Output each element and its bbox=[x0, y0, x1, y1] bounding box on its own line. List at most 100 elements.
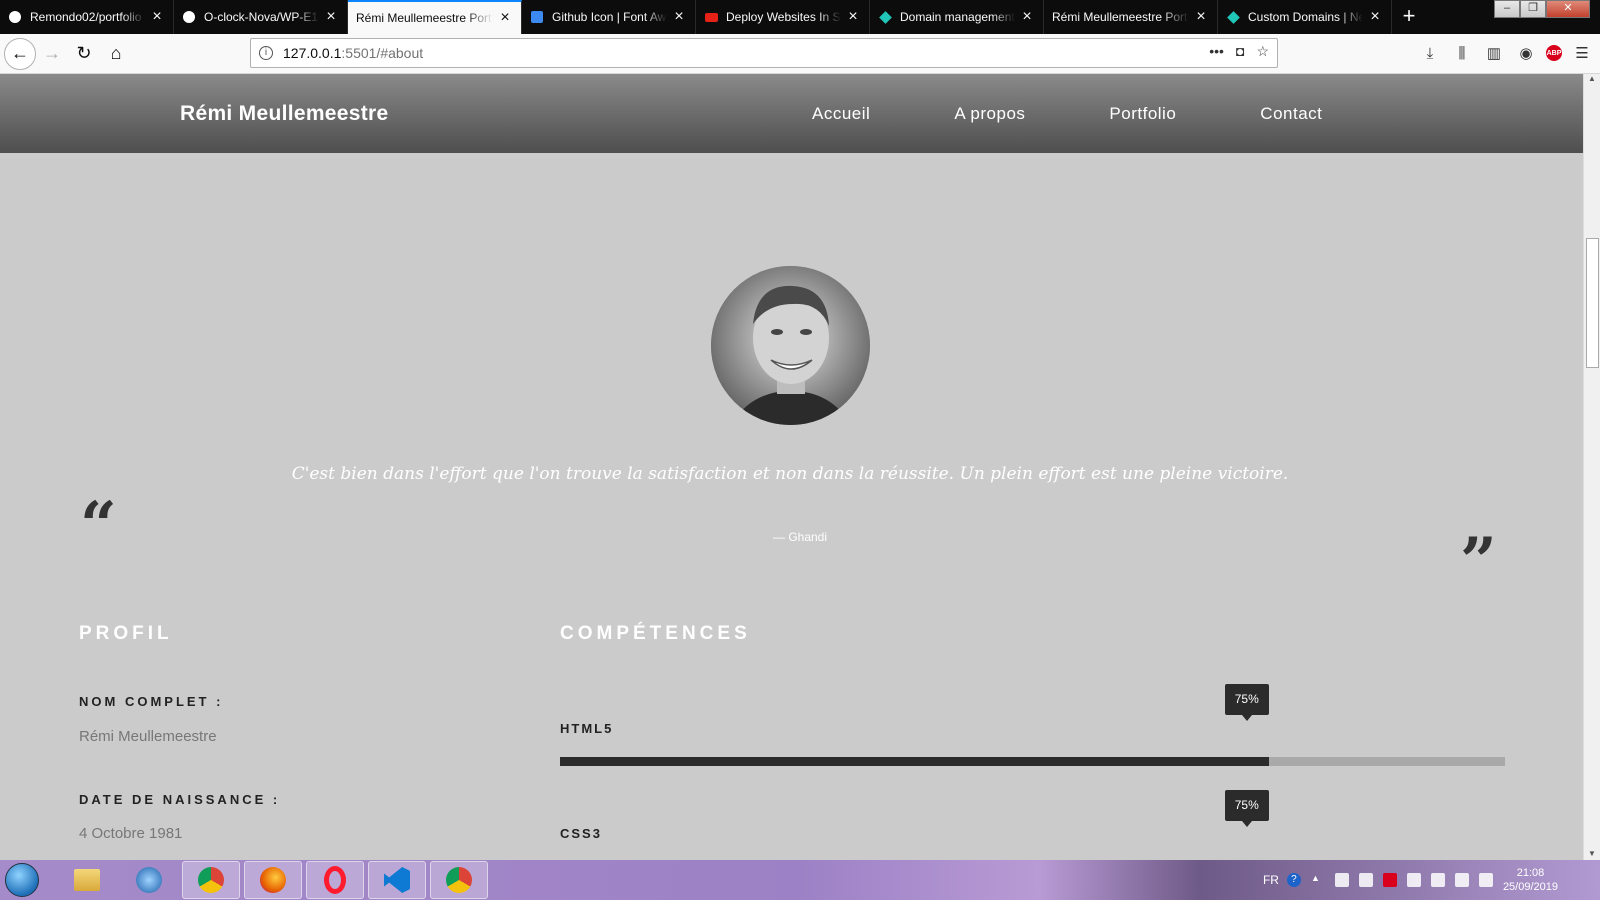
browser-tab[interactable]: Deploy Websites In Seconds × bbox=[696, 0, 870, 34]
window-controls: – ❐ ✕ bbox=[1494, 0, 1590, 18]
menu-icon[interactable]: ☰ bbox=[1570, 38, 1594, 68]
back-arrow-icon: ← bbox=[11, 43, 29, 63]
tab-title: Remondo02/portfolio bbox=[30, 10, 142, 24]
taskbar-app-chrome[interactable] bbox=[430, 861, 488, 899]
tab-close-icon[interactable]: × bbox=[1367, 9, 1383, 25]
taskbar-app-itunes[interactable] bbox=[120, 861, 178, 899]
netlify-icon bbox=[1226, 10, 1240, 24]
window-close-button[interactable]: ✕ bbox=[1546, 0, 1590, 18]
skill-tooltip-html5: 75% bbox=[1224, 684, 1269, 721]
menu-item-accueil[interactable]: Accueil bbox=[812, 104, 870, 124]
tab-close-icon[interactable]: × bbox=[1193, 9, 1209, 25]
scroll-up-icon[interactable]: ▲ bbox=[1584, 74, 1600, 83]
minimize-button[interactable]: – bbox=[1494, 0, 1520, 18]
page-actions-icon[interactable]: ••• bbox=[1209, 43, 1224, 60]
system-tray: FR ? ▲ 21:08 25/09/2019 bbox=[1263, 860, 1600, 900]
browser-tab[interactable]: Custom Domains | Netlify × bbox=[1218, 0, 1392, 34]
browser-tab[interactable]: Domain management × bbox=[870, 0, 1044, 34]
start-button[interactable] bbox=[0, 860, 44, 900]
url-host: 127.0.0.1 bbox=[283, 45, 342, 61]
vscode-icon bbox=[384, 867, 410, 893]
quote-close-icon: ” bbox=[1460, 524, 1497, 599]
volume-icon[interactable] bbox=[1430, 873, 1445, 887]
skill-tooltip-css3: 75% bbox=[1224, 790, 1269, 827]
tab-title: Rémi Meullemeestre Portfolio bbox=[356, 11, 493, 25]
itunes-icon bbox=[136, 867, 162, 893]
skill-name-html5: HTML5 bbox=[560, 721, 614, 736]
browser-navbar: ← → ↻ ⌂ i 127.0.0.1:5501/#about ••• ◘ ☆ … bbox=[0, 34, 1600, 74]
help-icon[interactable]: ? bbox=[1286, 873, 1301, 887]
site-header: Rémi Meullemeestre Accueil A propos Port… bbox=[0, 74, 1583, 153]
browser-tab[interactable]: Remondo02/portfolio × bbox=[0, 0, 174, 34]
quote-author: — Ghandi bbox=[772, 530, 828, 544]
forward-arrow-icon: → bbox=[43, 43, 61, 63]
signal-icon[interactable] bbox=[1454, 873, 1469, 887]
taskbar-app-opera[interactable] bbox=[306, 861, 364, 899]
skill-bar-fill-html5 bbox=[560, 757, 1269, 766]
adblock-icon[interactable]: ABP bbox=[1546, 45, 1562, 61]
tab-close-icon[interactable]: × bbox=[149, 9, 165, 25]
tab-close-icon[interactable]: × bbox=[671, 9, 687, 25]
show-hidden-icons-icon[interactable]: ▲ bbox=[1311, 873, 1325, 887]
profile-label-name: NOM COMPLET : bbox=[79, 694, 224, 709]
url-path: :5501/#about bbox=[341, 45, 424, 61]
scroll-thumb[interactable] bbox=[1586, 238, 1599, 368]
maximize-button[interactable]: ❐ bbox=[1520, 0, 1546, 18]
account-icon[interactable]: ◉ bbox=[1514, 38, 1538, 68]
explorer-icon bbox=[74, 869, 100, 891]
profile-avatar bbox=[711, 266, 870, 425]
library-icon[interactable]: ⫼ bbox=[1450, 38, 1474, 68]
youtube-icon bbox=[704, 10, 718, 24]
tab-close-icon[interactable]: × bbox=[497, 10, 513, 26]
new-tab-button[interactable]: + bbox=[1392, 0, 1426, 34]
browser-tab[interactable]: O-clock-Nova/WP-E1 × bbox=[174, 0, 348, 34]
firefox-icon bbox=[260, 867, 286, 893]
pocket-icon[interactable]: ◘ bbox=[1236, 43, 1244, 60]
page-viewport: Rémi Meullemeestre Accueil A propos Port… bbox=[0, 74, 1583, 860]
browser-tab[interactable]: Rémi Meullemeestre Portfolio × bbox=[348, 0, 522, 34]
windows-logo-icon bbox=[5, 863, 39, 897]
reload-icon: ↻ bbox=[76, 43, 92, 63]
back-button[interactable]: ← bbox=[4, 37, 36, 70]
reload-button[interactable]: ↻ bbox=[68, 38, 100, 70]
tab-title: Custom Domains | Netlify bbox=[1248, 10, 1363, 24]
taskbar-app-chrome[interactable] bbox=[182, 861, 240, 899]
network-icon[interactable] bbox=[1334, 873, 1349, 887]
taskbar-app-vscode[interactable] bbox=[368, 861, 426, 899]
home-button[interactable]: ⌂ bbox=[100, 38, 132, 70]
tab-close-icon[interactable]: × bbox=[1019, 9, 1035, 25]
info-icon[interactable]: i bbox=[259, 46, 273, 60]
download-icon[interactable]: ⤓ bbox=[1418, 38, 1442, 68]
url-bar[interactable]: i 127.0.0.1:5501/#about ••• ◘ ☆ bbox=[250, 38, 1278, 68]
profile-photo bbox=[711, 266, 870, 425]
scroll-down-icon[interactable]: ▼ bbox=[1584, 849, 1600, 858]
skill-name-css3: CSS3 bbox=[560, 826, 602, 841]
bookmark-star-icon[interactable]: ☆ bbox=[1256, 43, 1269, 60]
power-icon[interactable] bbox=[1478, 873, 1493, 887]
menu-item-a-propos[interactable]: A propos bbox=[954, 104, 1025, 124]
menu-item-contact[interactable]: Contact bbox=[1260, 104, 1322, 124]
browser-tab[interactable]: Github Icon | Font Awesome × bbox=[522, 0, 696, 34]
netlify-icon bbox=[878, 10, 892, 24]
skills-title: COMPÉTENCES bbox=[560, 623, 751, 644]
site-brand[interactable]: Rémi Meullemeestre bbox=[180, 102, 389, 126]
browser-tab[interactable]: Rémi Meullemeestre Portfolio × bbox=[1044, 0, 1218, 34]
taskbar-app-explorer[interactable] bbox=[58, 861, 116, 899]
page-scrollbar[interactable]: ▲ ▼ bbox=[1583, 74, 1600, 860]
github-icon bbox=[8, 10, 22, 24]
profile-label-birthdate: DATE DE NAISSANCE : bbox=[79, 792, 281, 807]
taskbar-clock[interactable]: 21:08 25/09/2019 bbox=[1503, 866, 1558, 894]
menu-item-portfolio[interactable]: Portfolio bbox=[1109, 104, 1176, 124]
tab-close-icon[interactable]: × bbox=[323, 9, 339, 25]
dropbox-icon[interactable] bbox=[1358, 873, 1373, 887]
action-center-flag-icon[interactable] bbox=[1406, 873, 1421, 887]
taskbar-app-firefox[interactable] bbox=[244, 861, 302, 899]
quote-open-icon: “ bbox=[80, 488, 117, 563]
acrobat-icon[interactable] bbox=[1382, 873, 1397, 887]
language-indicator[interactable]: FR bbox=[1263, 873, 1279, 887]
tab-title: Rémi Meullemeestre Portfolio bbox=[1052, 10, 1189, 24]
tab-close-icon[interactable]: × bbox=[845, 9, 861, 25]
github-icon bbox=[182, 10, 196, 24]
sidebar-icon[interactable]: ▥ bbox=[1482, 38, 1506, 68]
forward-button[interactable]: → bbox=[36, 38, 68, 70]
